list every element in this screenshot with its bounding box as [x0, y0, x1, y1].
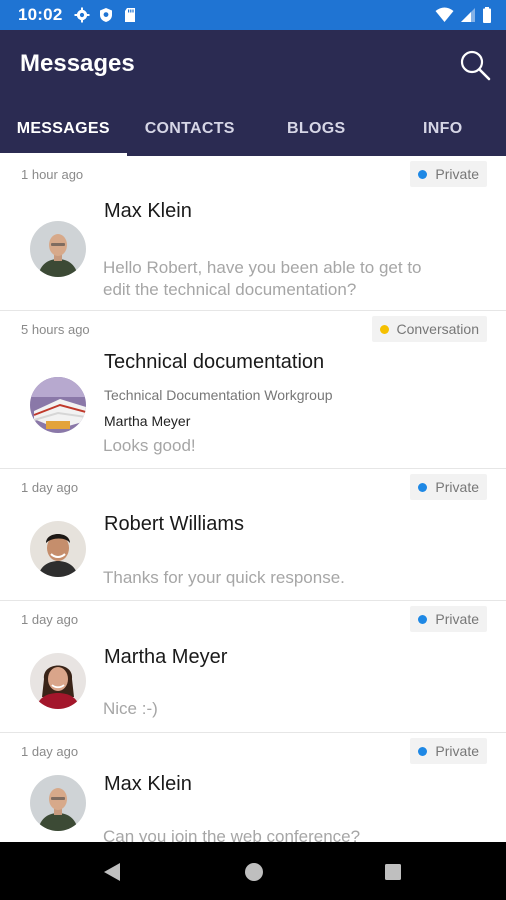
- bald-man-avatar: [30, 221, 86, 277]
- message-time: 1 day ago: [21, 744, 79, 759]
- sender-name: Martha Meyer: [104, 646, 228, 668]
- message-time: 5 hours ago: [21, 322, 90, 337]
- dark-hair-man-avatar: [30, 521, 86, 577]
- woman-avatar: [30, 653, 86, 709]
- message-type-badge: Conversation: [371, 316, 487, 342]
- app-bar: Messages MESSAGES CONTACTS BLOGS INFO: [0, 30, 506, 156]
- conversation-dot-icon: [379, 324, 389, 334]
- message-time: 1 hour ago: [21, 167, 84, 182]
- group-name: Technical Documentation Workgroup: [104, 387, 333, 403]
- tab-contacts[interactable]: CONTACTS: [127, 110, 254, 156]
- message-preview: Nice :-): [103, 699, 158, 718]
- battery-icon: [483, 7, 491, 23]
- tab-messages[interactable]: MESSAGES: [0, 110, 127, 156]
- message-time: 1 day ago: [21, 480, 79, 495]
- last-sender: Martha Meyer: [104, 413, 191, 429]
- private-dot-icon: [418, 614, 428, 624]
- message-type-badge: Private: [410, 161, 487, 187]
- message-time: 1 day ago: [21, 612, 79, 627]
- private-dot-icon: [418, 746, 428, 756]
- message-preview: Looks good!: [103, 436, 196, 455]
- message-list[interactable]: 1 hour ago Private Max Klein Hello Rober…: [0, 156, 506, 842]
- message-item[interactable]: 1 day ago Private Robert Williams Thanks…: [0, 469, 506, 601]
- badge-label: Private: [435, 479, 479, 495]
- sender-name: Max Klein: [104, 773, 192, 795]
- badge-label: Private: [435, 743, 479, 759]
- recents-icon[interactable]: [383, 862, 403, 882]
- badge-label: Private: [435, 611, 479, 627]
- private-dot-icon: [418, 482, 428, 492]
- page-title: Messages: [20, 50, 135, 77]
- message-type-badge: Private: [410, 738, 487, 764]
- system-nav-bar: [0, 842, 506, 900]
- message-item[interactable]: 1 day ago Private Max Klein Can you join…: [0, 733, 506, 842]
- wifi-icon: [435, 7, 454, 22]
- message-item[interactable]: 5 hours ago Conversation Technical docum…: [0, 311, 506, 469]
- message-item[interactable]: 1 day ago Private Martha Meyer Nice :-): [0, 601, 506, 733]
- back-icon[interactable]: [101, 861, 123, 883]
- status-time: 10:02: [18, 5, 63, 24]
- search-icon[interactable]: [458, 48, 492, 82]
- bald-man-avatar: [30, 775, 86, 831]
- message-type-badge: Private: [410, 606, 487, 632]
- message-preview: Can you join the web conference?: [103, 827, 361, 842]
- badge-label: Private: [435, 166, 479, 182]
- home-icon[interactable]: [243, 861, 265, 883]
- tab-info[interactable]: INFO: [380, 110, 506, 156]
- sd-card-icon: [125, 8, 136, 22]
- shield-icon: [100, 8, 113, 22]
- message-type-badge: Private: [410, 474, 487, 500]
- message-preview: Thanks for your quick response.: [103, 568, 345, 587]
- private-dot-icon: [418, 169, 428, 179]
- status-bar: 10:02: [0, 0, 506, 30]
- badge-label: Conversation: [396, 321, 480, 337]
- message-item[interactable]: 1 hour ago Private Max Klein Hello Rober…: [0, 156, 506, 311]
- tab-bar: MESSAGES CONTACTS BLOGS INFO: [0, 110, 506, 156]
- documents-avatar: [30, 377, 86, 433]
- sender-name: Max Klein: [104, 200, 192, 222]
- tab-blogs[interactable]: BLOGS: [253, 110, 380, 156]
- gear-icon: [74, 7, 90, 23]
- signal-icon: [461, 8, 475, 22]
- sender-name: Robert Williams: [104, 513, 245, 535]
- conversation-title: Technical documentation: [104, 351, 325, 373]
- message-preview: Hello Robert, have you been able to get …: [103, 258, 422, 299]
